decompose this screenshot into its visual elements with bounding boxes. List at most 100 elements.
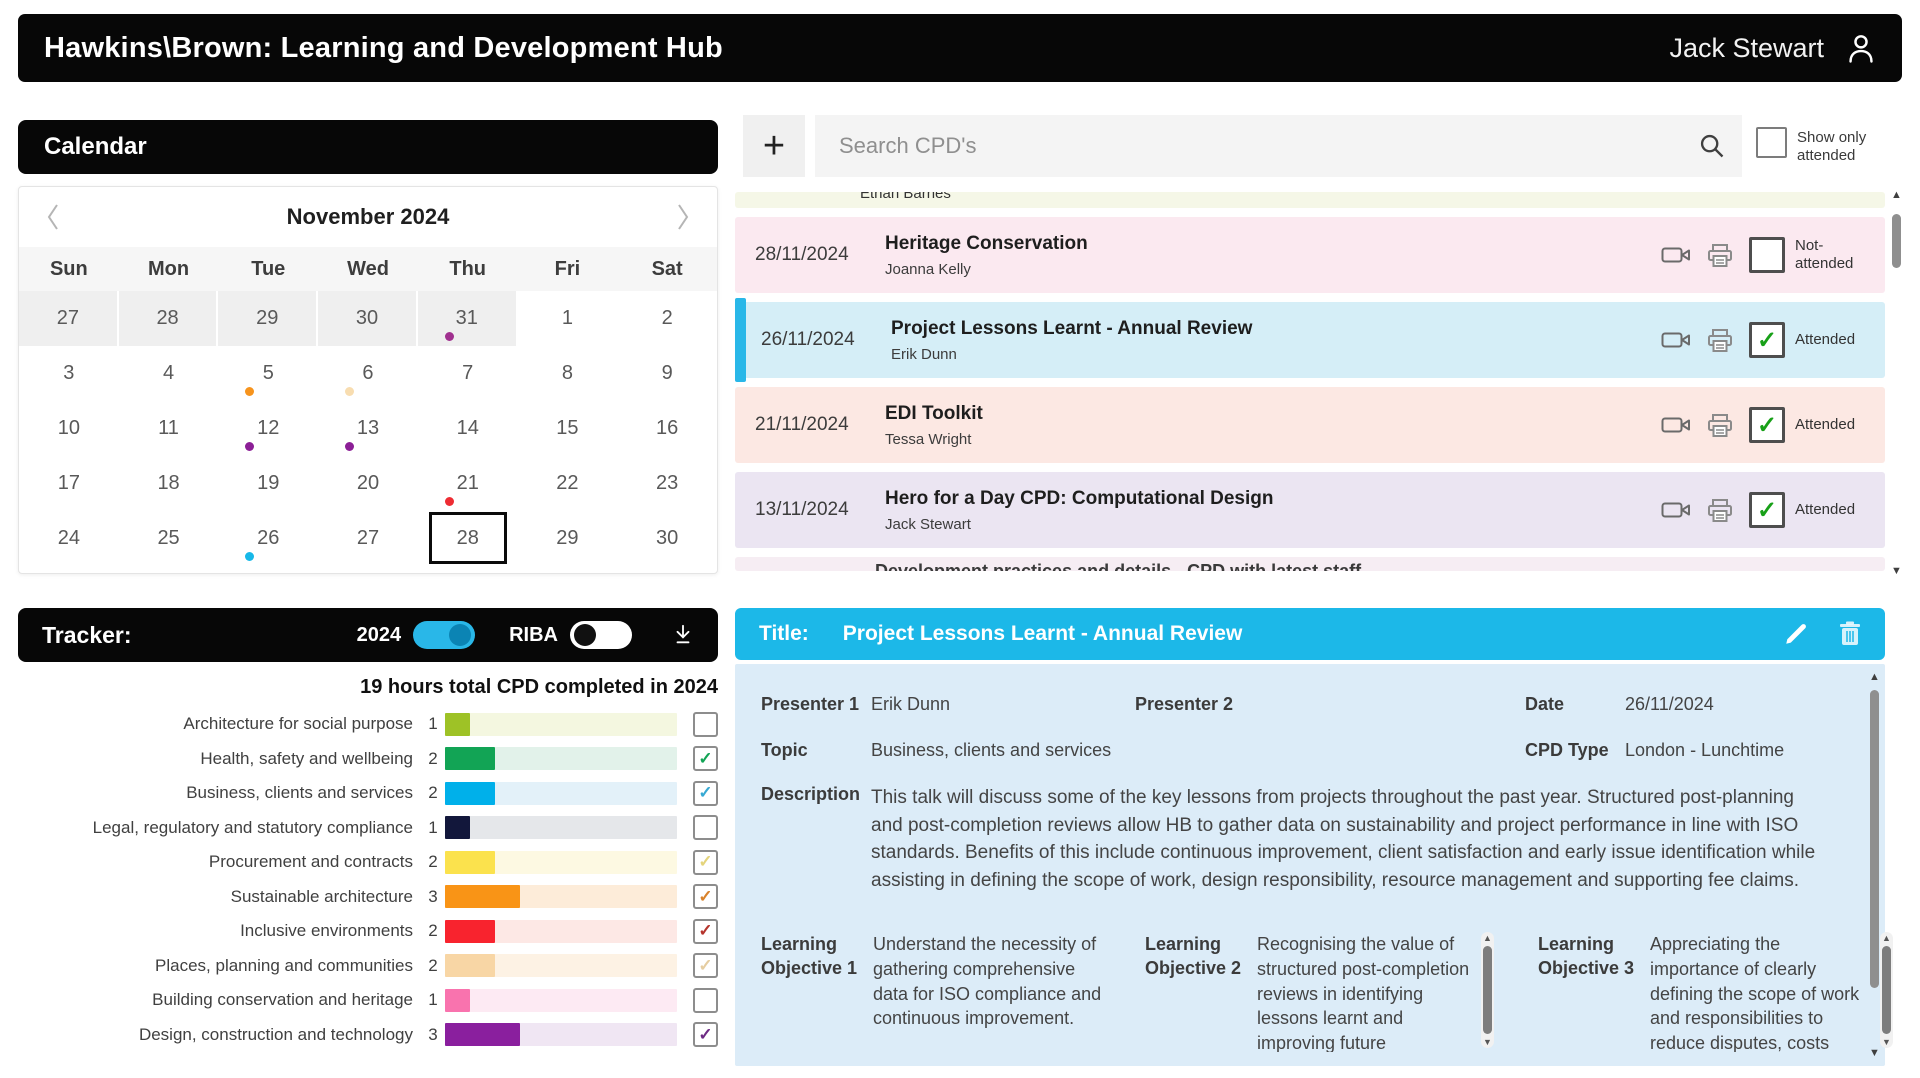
topic-checkbox[interactable]: ✓ — [693, 746, 718, 771]
cpd-list-item[interactable]: 26/11/2024Project Lessons Learnt - Annua… — [735, 302, 1885, 378]
print-pdf-icon[interactable] — [1707, 413, 1733, 438]
calendar-day[interactable]: 12 — [218, 401, 318, 456]
video-camera-icon[interactable] — [1661, 329, 1691, 351]
scroll-down-arrow[interactable]: ▼ — [1891, 564, 1902, 578]
detail-title-label: Title: — [759, 622, 809, 646]
cpd-list-scrollbar[interactable]: ▲ ▼ — [1889, 188, 1904, 578]
scroll-up-arrow[interactable]: ▲ — [1869, 670, 1880, 684]
detail-scrollbar[interactable]: ▲ ▼ — [1867, 670, 1882, 1060]
video-camera-icon[interactable] — [1661, 499, 1691, 521]
topic-hours-value: 3 — [421, 887, 445, 907]
search-icon[interactable] — [1698, 132, 1726, 160]
topic-checkbox[interactable]: ✓ — [693, 919, 718, 944]
print-pdf-icon[interactable] — [1707, 498, 1733, 523]
topic-checkbox[interactable]: ✓ — [693, 850, 718, 875]
topic-checkbox[interactable]: ✓ — [693, 781, 718, 806]
riba-toggle[interactable] — [570, 621, 632, 649]
calendar-day[interactable]: 22 — [518, 456, 618, 511]
calendar-day[interactable]: 13 — [318, 401, 418, 456]
calendar-day[interactable]: 6 — [318, 346, 418, 401]
calendar-day[interactable]: 21 — [418, 456, 518, 511]
calendar-day[interactable]: 10 — [19, 401, 119, 456]
topic-checkbox[interactable]: ✓ — [693, 884, 718, 909]
cpd-list-item[interactable]: 13/11/2024Hero for a Day CPD: Computatio… — [735, 472, 1885, 548]
calendar-day[interactable]: 14 — [418, 401, 518, 456]
add-cpd-button[interactable]: + — [743, 115, 805, 177]
cpd-presenter: Tessa Wright — [885, 431, 1645, 448]
calendar-day[interactable]: 29 — [518, 511, 618, 566]
topic-checkbox[interactable]: ✓ — [693, 1022, 718, 1047]
toggle-knob — [449, 624, 471, 646]
calendar-day[interactable]: 26 — [218, 511, 318, 566]
search-input[interactable] — [837, 132, 1698, 160]
print-pdf-icon[interactable] — [1707, 243, 1733, 268]
calendar-day[interactable]: 30 — [318, 291, 418, 346]
topic-checkbox[interactable] — [693, 988, 718, 1013]
calendar-day[interactable]: 1 — [518, 291, 618, 346]
cpd-row-partial[interactable]: Development practices and details - CPD … — [735, 557, 1885, 571]
year-toggle[interactable] — [413, 621, 475, 649]
cpd-row-partial[interactable]: Ethan Barnes — [735, 192, 1885, 208]
delete-icon[interactable] — [1839, 621, 1861, 647]
calendar-day[interactable]: 7 — [418, 346, 518, 401]
calendar-day[interactable]: 4 — [119, 346, 219, 401]
scroll-down-arrow[interactable]: ▼ — [1882, 1036, 1891, 1048]
calendar-day[interactable]: 19 — [218, 456, 318, 511]
calendar-day[interactable]: 31 — [418, 291, 518, 346]
attended-checkbox[interactable] — [1749, 237, 1785, 273]
show-only-attended-checkbox[interactable] — [1756, 127, 1787, 158]
scroll-thumb[interactable] — [1870, 690, 1879, 988]
attendance-status-label: Attended — [1795, 331, 1869, 349]
attended-checkbox[interactable]: ✓ — [1749, 492, 1785, 528]
calendar-day[interactable]: 5 — [218, 346, 318, 401]
topic-label: Places, planning and communities — [18, 956, 421, 976]
scroll-up-arrow[interactable]: ▲ — [1891, 188, 1902, 202]
scroll-down-arrow[interactable]: ▼ — [1483, 1036, 1492, 1048]
user-avatar-icon[interactable] — [1846, 32, 1876, 64]
scroll-up-arrow[interactable]: ▲ — [1483, 932, 1492, 944]
scroll-thumb[interactable] — [1882, 946, 1891, 1034]
calendar-day[interactable]: 29 — [218, 291, 318, 346]
topic-checkbox[interactable] — [693, 712, 718, 737]
calendar-day[interactable]: 28 — [418, 511, 518, 566]
scroll-thumb[interactable] — [1483, 946, 1492, 1034]
cpd-detail-header: Title: Project Lessons Learnt - Annual R… — [735, 608, 1885, 660]
cpd-list-item[interactable]: 21/11/2024EDI ToolkitTessa Wright✓Attend… — [735, 387, 1885, 463]
attended-checkbox[interactable]: ✓ — [1749, 322, 1785, 358]
calendar-day-number: 27 — [57, 307, 79, 330]
calendar-day[interactable]: 27 — [318, 511, 418, 566]
objective-scrollbar[interactable]: ▲▼ — [1481, 932, 1494, 1048]
cpd-item-main: Hero for a Day CPD: Computational Design… — [885, 488, 1645, 533]
video-camera-icon[interactable] — [1661, 414, 1691, 436]
prev-month-button[interactable] — [43, 201, 63, 233]
calendar-day[interactable]: 16 — [617, 401, 717, 456]
calendar-day[interactable]: 17 — [19, 456, 119, 511]
calendar-day[interactable]: 27 — [19, 291, 119, 346]
calendar-day[interactable]: 18 — [119, 456, 219, 511]
video-camera-icon[interactable] — [1661, 244, 1691, 266]
next-month-button[interactable] — [673, 201, 693, 233]
calendar-day[interactable]: 3 — [19, 346, 119, 401]
calendar-day[interactable]: 8 — [518, 346, 618, 401]
calendar-day[interactable]: 30 — [617, 511, 717, 566]
print-pdf-icon[interactable] — [1707, 328, 1733, 353]
calendar-day[interactable]: 20 — [318, 456, 418, 511]
scroll-thumb[interactable] — [1892, 214, 1901, 268]
edit-icon[interactable] — [1783, 621, 1809, 647]
cpd-list-item[interactable]: 28/11/2024Heritage ConservationJoanna Ke… — [735, 217, 1885, 293]
calendar-day[interactable]: 2 — [617, 291, 717, 346]
topic-checkbox[interactable]: ✓ — [693, 953, 718, 978]
calendar-day-number: 25 — [157, 527, 179, 550]
calendar-day[interactable]: 9 — [617, 346, 717, 401]
topic-checkbox[interactable] — [693, 815, 718, 840]
scroll-down-arrow[interactable]: ▼ — [1869, 1046, 1880, 1060]
calendar-day[interactable]: 28 — [119, 291, 219, 346]
attended-checkbox[interactable]: ✓ — [1749, 407, 1785, 443]
calendar-day[interactable]: 24 — [19, 511, 119, 566]
scroll-up-arrow[interactable]: ▲ — [1882, 932, 1891, 944]
calendar-day[interactable]: 23 — [617, 456, 717, 511]
download-icon[interactable] — [672, 623, 694, 647]
calendar-day[interactable]: 25 — [119, 511, 219, 566]
calendar-day[interactable]: 11 — [119, 401, 219, 456]
calendar-day[interactable]: 15 — [518, 401, 618, 456]
